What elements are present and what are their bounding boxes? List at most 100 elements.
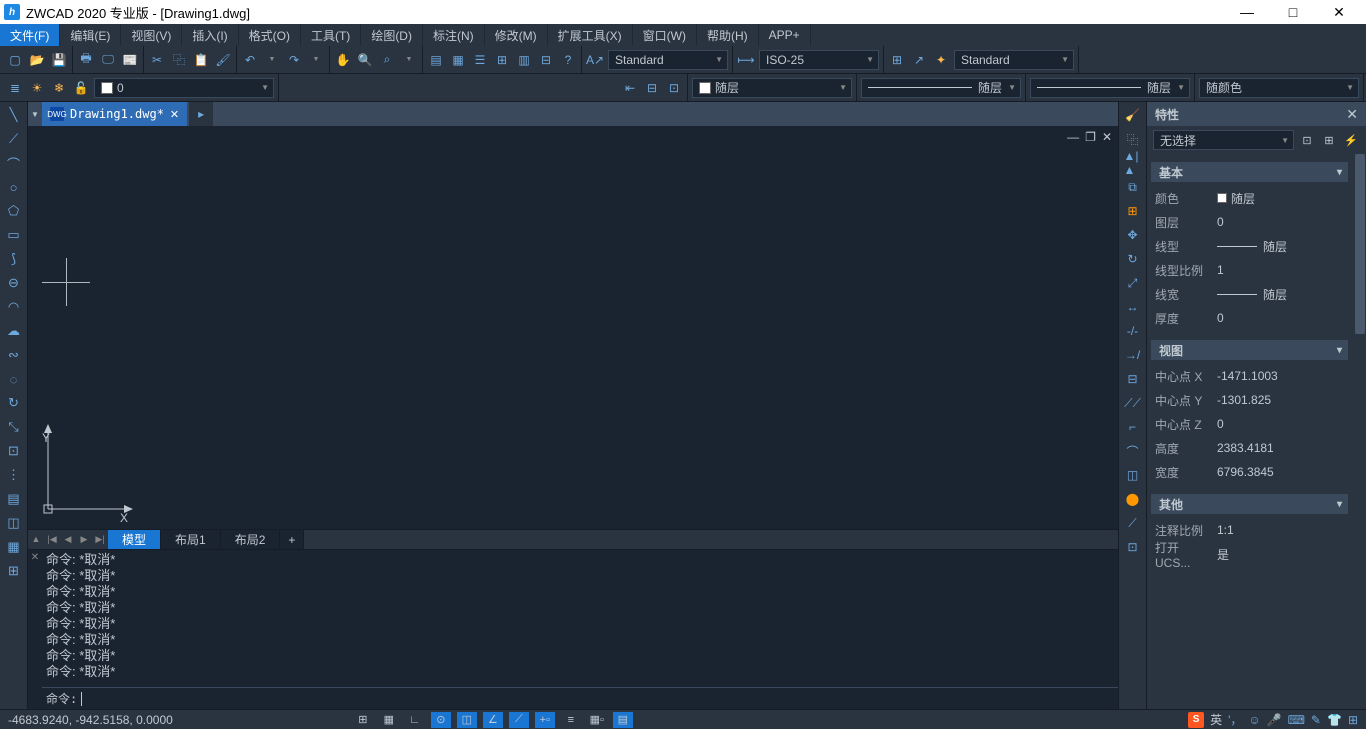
region-icon[interactable]: ◫ [5, 514, 23, 532]
dyn-input-icon[interactable]: ⟋ [509, 712, 529, 728]
snap-grid-icon[interactable]: ⊞ [353, 712, 373, 728]
select-objects-icon[interactable]: ⊞ [1320, 131, 1338, 149]
fillet-icon[interactable]: ⌒ [1124, 442, 1142, 460]
prop-val-height[interactable]: 2383.4181 [1217, 441, 1344, 455]
redo-icon[interactable]: ↷ [285, 51, 303, 69]
transparency-icon[interactable]: ▦▫ [587, 712, 607, 728]
donut-icon[interactable]: ∾ [5, 346, 23, 364]
block-insert-icon[interactable]: ⊡ [5, 442, 23, 460]
tool-palette-icon[interactable]: ▥ [515, 51, 533, 69]
join-icon[interactable]: ⟋⟋ [1124, 394, 1142, 412]
properties-scrollbar[interactable] [1355, 154, 1365, 709]
paste-icon[interactable]: 📋 [192, 51, 210, 69]
prop-val-ucs[interactable]: 是 [1217, 546, 1344, 563]
prop-val-width[interactable]: 6796.3845 [1217, 465, 1344, 479]
layout-nav[interactable]: ▲|◀◀▶▶| [28, 534, 108, 545]
ime-skin-icon[interactable]: 👕 [1327, 713, 1342, 727]
table-style-select[interactable]: Standard [954, 50, 1074, 70]
calculator-icon[interactable]: ⊟ [537, 51, 555, 69]
save-icon[interactable]: 💾 [50, 51, 68, 69]
polar-icon[interactable]: ⊙ [431, 712, 451, 728]
extend-icon[interactable]: →/ [1124, 346, 1142, 364]
block-editor-icon[interactable]: ▦ [449, 51, 467, 69]
table-style-icon[interactable]: ⊞ [888, 51, 906, 69]
layer-lock-icon[interactable]: 🔓 [72, 79, 90, 97]
command-history[interactable]: 命令: *取消* 命令: *取消* 命令: *取消* 命令: *取消* 命令: … [42, 550, 1118, 687]
prop-val-centerz[interactable]: 0 [1217, 417, 1344, 431]
print-preview-icon[interactable]: 🖵 [99, 51, 117, 69]
annotation-scale-icon[interactable]: ✦ [932, 51, 950, 69]
tab-close-icon[interactable]: ✕ [170, 108, 179, 121]
prop-val-lineweight[interactable]: 随层 [1217, 286, 1344, 303]
layout-tab-2[interactable]: 布局2 [221, 530, 281, 550]
command-input[interactable]: 命令: [42, 687, 1118, 709]
prop-val-thickness[interactable]: 0 [1217, 311, 1344, 325]
undo-dropdown-icon[interactable]: ▼ [263, 51, 281, 69]
copy-icon[interactable]: ⿻ [170, 51, 188, 69]
publish-icon[interactable]: 📰 [121, 51, 139, 69]
layout-tab-1[interactable]: 布局1 [161, 530, 221, 550]
move-icon[interactable]: ✥ [1124, 226, 1142, 244]
command-close-icon[interactable]: ✕ [28, 550, 42, 709]
menu-file[interactable]: 文件(F) [0, 24, 60, 46]
status-coordinates[interactable]: -4683.9240, -942.5158, 0.0000 [8, 713, 173, 727]
ime-tools-icon[interactable]: ✎ [1311, 713, 1321, 727]
explode-icon[interactable]: ◫ [1124, 466, 1142, 484]
ime-badge-icon[interactable]: S [1188, 712, 1204, 728]
menu-format[interactable]: 格式(O) [239, 24, 301, 46]
polyline-icon[interactable]: ⟋ [5, 130, 23, 148]
dim-style-select[interactable]: ISO-25 [759, 50, 879, 70]
arc-icon[interactable]: ⌒ [5, 154, 23, 172]
array-icon[interactable]: ⊞ [1124, 202, 1142, 220]
circle-icon[interactable]: ○ [5, 178, 23, 196]
layer-freeze-icon[interactable]: ❄ [50, 79, 68, 97]
new-icon[interactable]: ▢ [6, 51, 24, 69]
ellipse-arc-icon[interactable]: ◠ [5, 298, 23, 316]
dim-style-icon[interactable]: ⟼ [737, 51, 755, 69]
toggle-pickadd-icon[interactable]: ⚡ [1342, 131, 1360, 149]
canvas-minimize-icon[interactable]: — [1067, 130, 1079, 144]
print-icon[interactable]: 🖶 [77, 51, 95, 69]
properties-icon[interactable]: ☰ [471, 51, 489, 69]
table-icon[interactable]: ▦ [5, 538, 23, 556]
undo-icon[interactable]: ↶ [241, 51, 259, 69]
prop-val-linetype[interactable]: 随层 [1217, 238, 1344, 255]
polygon-icon[interactable]: ⬠ [5, 202, 23, 220]
align-icon[interactable]: ⊡ [1124, 538, 1142, 556]
section-other[interactable]: 其他 [1151, 494, 1348, 514]
ime-keyboard-icon[interactable]: ⌨ [1288, 713, 1305, 727]
ime-voice-icon[interactable]: 🎤 [1267, 713, 1282, 727]
layer-iso-icon[interactable]: ⊟ [643, 79, 661, 97]
scale-icon[interactable]: ⤢ [1124, 274, 1142, 292]
help-icon[interactable]: ? [559, 51, 577, 69]
grid-display-icon[interactable]: ▦ [379, 712, 399, 728]
tab-dropdown-icon[interactable]: ▼ [28, 110, 42, 119]
document-tab[interactable]: DWG Drawing1.dwg* ✕ [42, 102, 187, 126]
text-style-icon[interactable]: A↗ [586, 51, 604, 69]
section-basic[interactable]: 基本 [1151, 162, 1348, 182]
menu-appplus[interactable]: APP+ [759, 24, 811, 46]
ime-emoji-icon[interactable]: ☺ [1248, 713, 1260, 727]
erase-icon[interactable]: 🧹 [1124, 106, 1142, 124]
prop-val-annoscale[interactable]: 1:1 [1217, 523, 1344, 537]
gradient-icon[interactable]: ⊞ [5, 562, 23, 580]
copy2-icon[interactable]: ⿻ [1124, 130, 1142, 148]
maximize-button[interactable]: □ [1270, 0, 1316, 24]
break-icon[interactable]: ⊟ [1124, 370, 1142, 388]
edit-polyline-icon[interactable]: ⟋ [1124, 514, 1142, 532]
new-tab-button[interactable]: ▸ [189, 102, 213, 126]
redo-dropdown-icon[interactable]: ▼ [307, 51, 325, 69]
layer-states-icon[interactable]: ☀ [28, 79, 46, 97]
ray-icon[interactable]: ↻ [5, 394, 23, 412]
layer-select[interactable]: 0 [94, 78, 274, 98]
prop-val-ltscale[interactable]: 1 [1217, 263, 1344, 277]
revcloud-icon[interactable]: ☁ [5, 322, 23, 340]
layer-properties-icon[interactable]: ▤ [427, 51, 445, 69]
point-icon[interactable]: ◌ [5, 370, 23, 388]
cut-icon[interactable]: ✂ [148, 51, 166, 69]
menu-window[interactable]: 窗口(W) [633, 24, 697, 46]
mirror-icon[interactable]: ▲|▲ [1124, 154, 1142, 172]
layout-tab-model[interactable]: 模型 [108, 530, 161, 550]
layout-tab-add[interactable]: + [280, 530, 304, 550]
canvas-restore-icon[interactable]: ❐ [1085, 130, 1096, 144]
